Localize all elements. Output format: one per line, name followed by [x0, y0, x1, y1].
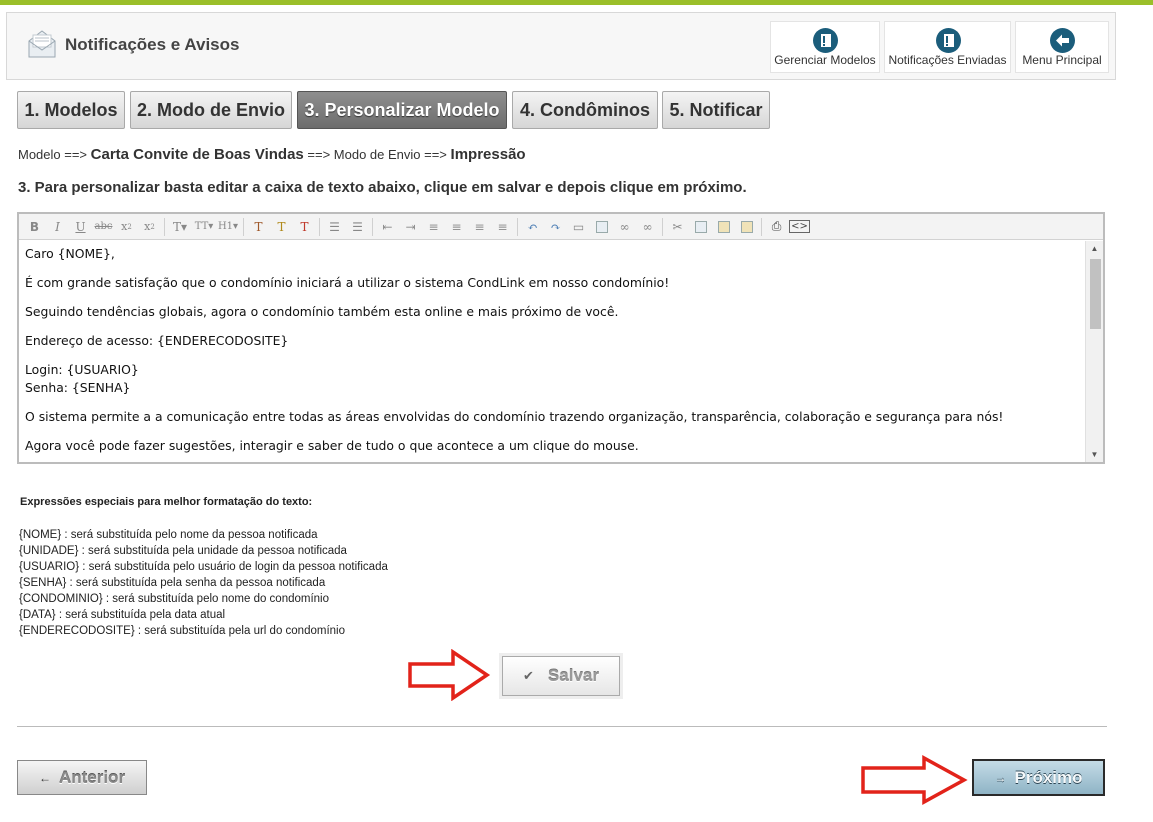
align-right-icon[interactable]: ≡ [468, 217, 491, 237]
red-arrow-annotation-icon [861, 755, 968, 805]
editor-scrollbar[interactable]: ▲ ▼ [1085, 241, 1103, 462]
underline-icon[interactable]: U [69, 217, 92, 237]
tab-personalizar-modelo[interactable]: 3. Personalizar Modelo [297, 91, 507, 129]
red-arrow-annotation-icon [408, 649, 491, 701]
toolbar-separator [662, 217, 663, 236]
toolbar-separator [319, 217, 320, 236]
expression-item: {DATA} : será substituída pela data atua… [19, 609, 226, 621]
image-icon[interactable] [590, 217, 613, 237]
editor-paragraph: Seguindo tendências globais, agora o con… [25, 304, 619, 319]
nav-label: Menu Principal [1022, 53, 1102, 67]
redo-icon[interactable]: ↷ [544, 217, 567, 237]
page-title: Notificações e Avisos [65, 35, 240, 54]
editor-paragraph: Login: {USUARIO} [25, 362, 139, 377]
superscript-icon[interactable]: x2 [138, 217, 161, 237]
horizontal-rule-icon[interactable]: ▭ [567, 217, 590, 237]
heading-icon[interactable]: H1▾ [216, 217, 240, 237]
previous-button-label: Anterior [58, 767, 126, 787]
save-button[interactable]: ✔ Salvar [502, 656, 620, 696]
outdent-icon[interactable]: ⇤ [376, 217, 399, 237]
wizard-panel: 1. Modelos 2. Modo de Envio 3. Personali… [10, 86, 1116, 822]
toolbar-separator [243, 217, 244, 236]
bullet-list-icon[interactable]: ☰ [323, 217, 346, 237]
undo-icon[interactable]: ↶ [521, 217, 544, 237]
arrow-left-icon [1050, 28, 1075, 53]
tab-modo-de-envio[interactable]: 2. Modo de Envio [130, 91, 292, 129]
check-icon: ✔ [523, 668, 534, 683]
strikethrough-icon[interactable]: abc [92, 217, 115, 237]
book-icon [936, 28, 961, 53]
expression-item: {CONDOMINIO} : será substituída pelo nom… [19, 593, 330, 605]
expression-item: {UNIDADE} : será substituída pela unidad… [19, 545, 347, 557]
cut-icon[interactable]: ✂ [666, 217, 689, 237]
next-button[interactable]: → Próximo [972, 759, 1105, 796]
breadcrumb-modo-label: ==> Modo de Envio ==> [307, 147, 447, 162]
indent-icon[interactable]: ⇥ [399, 217, 422, 237]
tab-condominos[interactable]: 4. Condôminos [512, 91, 658, 129]
editor-paragraph: Agora você pode fazer sugestões, interag… [25, 438, 639, 453]
align-center-icon[interactable]: ≡ [445, 217, 468, 237]
italic-icon[interactable]: I [46, 217, 69, 237]
tab-modelos[interactable]: 1. Modelos [17, 91, 125, 129]
print-icon[interactable]: ⎙ [765, 217, 788, 237]
instruction-text: 3. Para personalizar basta editar a caix… [18, 179, 747, 196]
editor-paragraph: Caro {NOME}, [25, 246, 115, 261]
font-family-icon[interactable]: T▾ [168, 217, 192, 237]
section-divider [17, 726, 1107, 727]
envelope-icon [28, 30, 56, 58]
scrollbar-thumb[interactable] [1090, 259, 1101, 329]
editor-paragraph: Endereço de acesso: {ENDERECODOSITE} [25, 333, 289, 348]
arrow-left-icon: ← [38, 770, 51, 785]
expressions-title: Expressões especiais para melhor formata… [20, 496, 313, 508]
unlink-icon[interactable]: ∞ [636, 217, 659, 237]
breadcrumb: Modelo ==> Carta Convite de Boas Vindas … [18, 146, 526, 163]
toolbar-separator [761, 217, 762, 236]
arrow-right-icon: → [994, 770, 1007, 785]
manage-templates-button[interactable]: Gerenciar Modelos [770, 21, 880, 73]
editor-content[interactable]: Caro {NOME}, É com grande satisfação que… [19, 241, 1085, 462]
subscript-icon[interactable]: x2 [115, 217, 138, 237]
toolbar-separator [164, 217, 165, 236]
page-header: Notificações e Avisos Gerenciar Modelos … [6, 12, 1116, 80]
rich-text-editor: B I U abc x2 x2 T▾ TT▾ H1▾ T T T ☰ ☰ ⇤ ⇥… [17, 212, 1105, 464]
toolbar-separator [517, 217, 518, 236]
nav-label: Gerenciar Modelos [774, 53, 876, 67]
clear-format-icon[interactable]: T [293, 217, 316, 237]
nav-label: Notificações Enviadas [888, 53, 1007, 67]
breadcrumb-modelo-value: Carta Convite de Boas Vindas [90, 146, 304, 163]
editor-paragraph: O sistema permite a a comunicação entre … [25, 409, 1004, 424]
paste-icon[interactable] [712, 217, 735, 237]
paste-text-icon[interactable] [735, 217, 758, 237]
scroll-down-icon[interactable]: ▼ [1086, 450, 1103, 459]
numbered-list-icon[interactable]: ☰ [346, 217, 369, 237]
expression-item: {SENHA} : será substituída pela senha da… [19, 577, 326, 589]
bold-icon[interactable]: B [23, 217, 46, 237]
toolbar-separator [372, 217, 373, 236]
source-code-icon[interactable]: <> [788, 217, 811, 237]
text-color-icon[interactable]: T [247, 217, 270, 237]
expressions-list: {NOME} : será substituída pelo nome da p… [19, 527, 388, 639]
expression-item: {ENDERECODOSITE} : será substituída pela… [19, 625, 345, 637]
editor-toolbar: B I U abc x2 x2 T▾ TT▾ H1▾ T T T ☰ ☰ ⇤ ⇥… [19, 214, 1103, 240]
main-menu-button[interactable]: Menu Principal [1015, 21, 1109, 73]
scroll-up-icon[interactable]: ▲ [1086, 244, 1103, 253]
tab-notificar[interactable]: 5. Notificar [662, 91, 770, 129]
copy-icon[interactable] [689, 217, 712, 237]
save-button-label: Salvar [547, 666, 599, 685]
breadcrumb-modelo-label: Modelo ==> [18, 147, 88, 162]
justify-icon[interactable]: ≡ [491, 217, 514, 237]
expression-item: {USUARIO} : será substituída pelo usuári… [19, 561, 388, 573]
book-icon [813, 28, 838, 53]
editor-paragraph: Senha: {SENHA} [25, 380, 131, 395]
expression-item: {NOME} : será substituída pelo nome da p… [19, 529, 318, 541]
next-button-label: Próximo [1014, 767, 1083, 787]
highlight-icon[interactable]: T [270, 217, 293, 237]
font-size-icon[interactable]: TT▾ [192, 217, 216, 237]
editor-paragraph: É com grande satisfação que o condomínio… [25, 275, 670, 290]
sent-notifications-button[interactable]: Notificações Enviadas [884, 21, 1011, 73]
link-icon[interactable]: ∞ [613, 217, 636, 237]
previous-button[interactable]: ← Anterior [17, 760, 147, 795]
breadcrumb-modo-value: Impressão [450, 146, 526, 163]
align-left-icon[interactable]: ≡ [422, 217, 445, 237]
